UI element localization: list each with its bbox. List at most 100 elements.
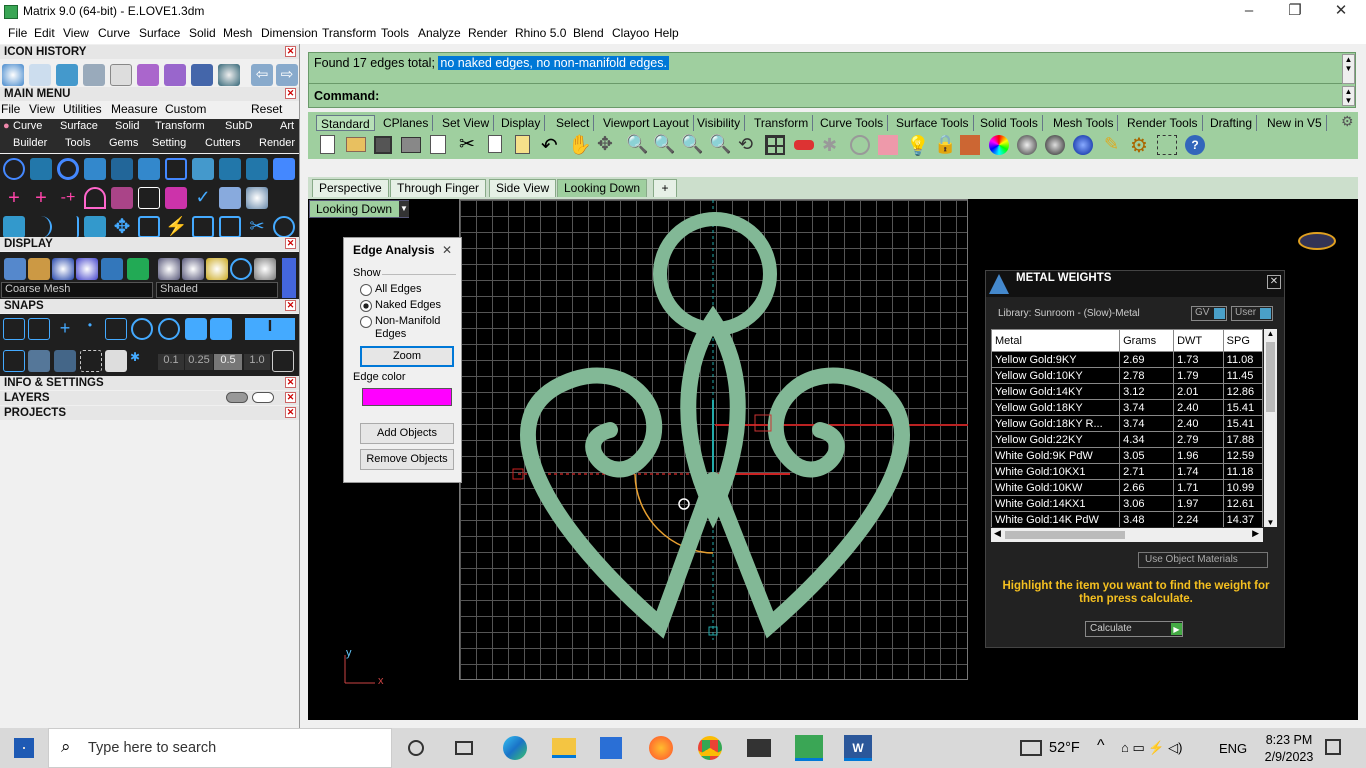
snap-icon[interactable]	[105, 350, 127, 372]
pan-icon[interactable]: ✋	[568, 133, 592, 157]
sphere-icon[interactable]	[52, 258, 74, 280]
notifications-icon[interactable]	[1325, 739, 1341, 755]
clock-time[interactable]: 8:23 PM	[1259, 733, 1319, 747]
save-icon[interactable]	[374, 136, 392, 154]
weather-icon[interactable]	[1020, 740, 1042, 756]
sphere-icon[interactable]	[76, 258, 98, 280]
remove-objects-button[interactable]: Remove Objects	[360, 449, 454, 470]
tab-render-tools[interactable]: Render Tools	[1123, 115, 1203, 131]
tool-icon[interactable]	[28, 258, 50, 280]
all-edges-label[interactable]: All Edges	[375, 283, 421, 295]
cat-solid[interactable]: Solid	[115, 120, 139, 132]
user-toggle[interactable]: User	[1231, 306, 1273, 321]
curve-icon[interactable]	[57, 216, 79, 238]
cat-curve[interactable]: Curve	[13, 120, 42, 132]
snap-icon[interactable]	[28, 350, 50, 372]
viewport-layout-icon[interactable]	[765, 135, 785, 155]
minus-plus-icon[interactable]: -+	[57, 187, 79, 209]
frame-icon[interactable]	[165, 158, 187, 180]
snap-icon[interactable]	[3, 318, 25, 340]
edge-color-swatch[interactable]	[362, 388, 452, 406]
menu-clayoo[interactable]: Clayoo	[612, 26, 649, 40]
sphere-icon[interactable]	[1073, 135, 1093, 155]
clock-date[interactable]: 2/9/2023	[1256, 750, 1322, 764]
tab-visibility[interactable]: Visibility	[693, 115, 746, 131]
menu-render[interactable]: Render	[468, 26, 507, 40]
radio-all-edges[interactable]	[360, 284, 372, 296]
arrow-right-icon[interactable]: ⇨	[276, 64, 298, 86]
cortana-icon[interactable]	[408, 740, 424, 756]
tool-icon[interactable]	[138, 187, 160, 209]
snaps-header[interactable]: SNAPS ✕	[0, 299, 299, 313]
add-tab-icon[interactable]: +	[653, 179, 677, 197]
language-indicator[interactable]: ENG	[1219, 741, 1247, 756]
tab-display[interactable]: Display	[497, 115, 546, 131]
layer-toggle-icon[interactable]	[226, 392, 248, 403]
color-wheel-icon[interactable]	[989, 135, 1009, 155]
tool-icon[interactable]	[273, 158, 295, 180]
table-row[interactable]: Yellow Gold:22KY 4.34 2.79 17.88	[991, 431, 1263, 448]
add-objects-button[interactable]: Add Objects	[360, 423, 454, 444]
save-icon[interactable]	[29, 64, 51, 86]
menu-surface[interactable]: Surface	[139, 26, 180, 40]
open-icon[interactable]	[346, 137, 366, 152]
mm-file[interactable]: File	[1, 102, 20, 116]
tool-icon[interactable]	[165, 187, 187, 209]
tab-looking-down[interactable]: Looking Down	[557, 179, 648, 197]
mm-custom[interactable]: Custom	[165, 102, 206, 116]
chevron-up-icon[interactable]: ^	[1097, 737, 1105, 755]
tab-surface-tools[interactable]: Surface Tools	[892, 115, 974, 131]
close-icon[interactable]: ✕	[285, 46, 296, 57]
help-icon[interactable]: ?	[1185, 135, 1205, 155]
sphere-icon[interactable]	[254, 258, 276, 280]
gem-icon[interactable]	[138, 158, 160, 180]
table-row[interactable]: White Gold:14KX1 3.06 1.97 12.61	[991, 495, 1263, 512]
scissors-icon[interactable]: ✂	[246, 216, 268, 238]
shape-icon[interactable]	[111, 158, 133, 180]
menu-curve[interactable]: Curve	[98, 26, 130, 40]
shape-icon[interactable]	[84, 158, 106, 180]
close-icon[interactable]: ✕	[285, 407, 296, 418]
close-icon[interactable]: ✕	[285, 377, 296, 388]
cat-transform[interactable]: Transform	[155, 120, 205, 132]
sphere-icon[interactable]	[158, 258, 180, 280]
col-dwt[interactable]: DWT	[1173, 329, 1224, 352]
mm-view[interactable]: View	[29, 102, 55, 116]
tool-icon[interactable]	[101, 258, 123, 280]
chain-icon[interactable]	[191, 64, 213, 86]
snap-icon[interactable]	[105, 318, 127, 340]
cat-builder[interactable]: Builder	[13, 137, 47, 149]
tab-curve-tools[interactable]: Curve Tools	[816, 115, 889, 131]
word-icon[interactable]: W	[844, 735, 872, 761]
taskbar-search[interactable]: ⌕ Type here to search	[48, 728, 392, 768]
settings-icon[interactable]: ⚙	[1130, 133, 1148, 158]
tab-new-in-v5[interactable]: New in V5	[1263, 115, 1327, 131]
eye-icon[interactable]	[252, 392, 274, 403]
col-metal[interactable]: Metal	[991, 329, 1121, 352]
history-scrollbar[interactable]: ▲ ▼	[1342, 54, 1355, 84]
car-icon[interactable]	[794, 140, 814, 150]
tool-icon[interactable]	[219, 187, 241, 209]
import-icon[interactable]	[430, 135, 446, 154]
tab-drafting[interactable]: Drafting	[1206, 115, 1258, 131]
table-row[interactable]: Yellow Gold:10KY 2.78 1.79 11.45	[991, 367, 1263, 384]
tool-icon[interactable]	[219, 158, 241, 180]
snap-value[interactable]: 0.25	[185, 354, 213, 370]
cat-render[interactable]: Render	[259, 137, 295, 149]
tool-icon[interactable]	[878, 135, 898, 155]
sphere-icon[interactable]	[1017, 135, 1037, 155]
menu-file[interactable]: File	[8, 26, 27, 40]
mm-reset[interactable]: Reset	[251, 102, 282, 116]
command-prompt[interactable]: Command:	[314, 89, 379, 103]
tab-transform[interactable]: Transform	[750, 115, 814, 131]
circle-icon[interactable]	[3, 158, 25, 180]
cat-surface[interactable]: Surface	[60, 120, 98, 132]
menu-solid[interactable]: Solid	[189, 26, 216, 40]
snap-value[interactable]: 1.0	[244, 354, 270, 370]
tab-perspective[interactable]: Perspective	[312, 179, 389, 197]
tab-standard[interactable]: Standard	[316, 115, 375, 131]
tool-icon[interactable]	[111, 187, 133, 209]
circle-icon[interactable]	[230, 258, 252, 280]
snap-icon[interactable]	[80, 350, 102, 372]
cat-subd[interactable]: SubD	[225, 120, 253, 132]
